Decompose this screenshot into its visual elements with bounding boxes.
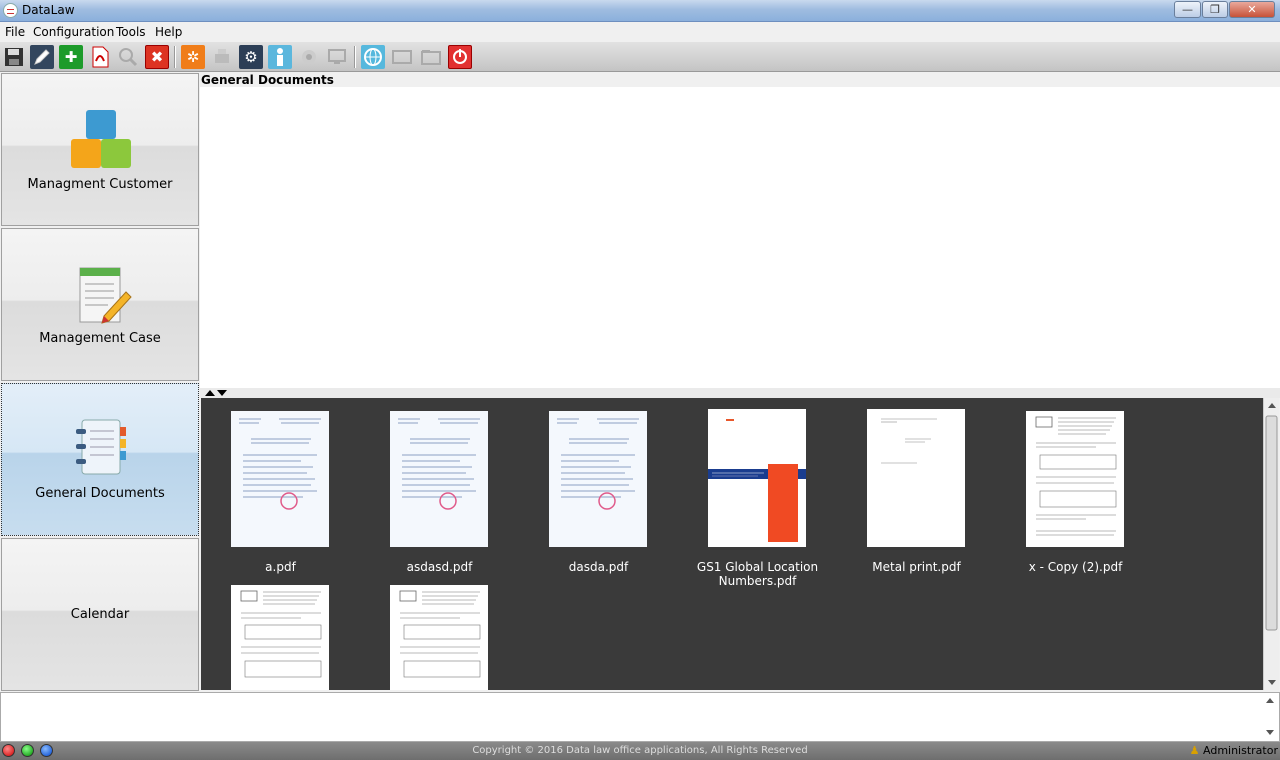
settings-icon[interactable]: ✲: [181, 45, 205, 69]
document-thumbnail[interactable]: [867, 409, 965, 547]
document-item[interactable]: GS1 Global Location Numbers.pdf: [678, 409, 837, 588]
main-panel: General Documents a.pdf asdasd.pdf dasda…: [200, 73, 1280, 692]
document-thumbnail[interactable]: [231, 585, 329, 690]
delete-icon[interactable]: ✖: [145, 45, 169, 69]
splitter[interactable]: [200, 388, 1280, 398]
document-item[interactable]: [360, 585, 519, 690]
gallery-scrollbar[interactable]: [1263, 398, 1279, 690]
document-name: Metal print.pdf: [872, 560, 961, 574]
document-item[interactable]: a.pdf: [201, 411, 360, 581]
toolbar-separator: [174, 46, 176, 68]
pdf-icon[interactable]: [88, 45, 112, 69]
splitter-arrows-icon[interactable]: [203, 388, 229, 398]
menu-file[interactable]: File: [5, 25, 25, 39]
panel-title: General Documents: [201, 73, 334, 87]
sidebar-item-managment-customer[interactable]: Managment Customer: [1, 73, 199, 226]
folder-icon[interactable]: [419, 45, 443, 69]
sidebar-item-calendar[interactable]: Calendar: [1, 538, 199, 691]
menu-bar: File Configuration Tools Help: [0, 22, 1280, 42]
document-thumbnail[interactable]: [231, 411, 329, 547]
current-user-name: Administrator: [1203, 744, 1278, 757]
document-preview-area: [200, 87, 1280, 388]
document-item[interactable]: x - Copy (2).pdf: [996, 411, 1155, 581]
monitor-icon[interactable]: [325, 45, 349, 69]
document-item[interactable]: dasda.pdf: [519, 411, 678, 581]
globe-icon[interactable]: [361, 45, 385, 69]
menu-tools[interactable]: Tools: [116, 25, 146, 39]
document-name: dasda.pdf: [568, 560, 629, 574]
sidebar: Managment Customer Management Case Gener…: [0, 73, 200, 692]
menu-help[interactable]: Help: [155, 25, 182, 39]
message-icon[interactable]: [390, 45, 414, 69]
user-icon: ♟: [1189, 744, 1200, 757]
sidebar-item-label: Managment Customer: [27, 177, 173, 192]
document-edit-icon: [79, 267, 132, 324]
sidebar-item-management-case[interactable]: Management Case: [1, 228, 199, 381]
sidebar-item-general-documents[interactable]: General Documents: [1, 383, 199, 536]
document-item[interactable]: [201, 585, 360, 690]
document-thumbnail[interactable]: [708, 409, 806, 547]
document-name: asdasd.pdf: [406, 560, 473, 574]
status-bar: Copyright © 2016 Data law office applica…: [0, 742, 1280, 760]
copyright-text: Copyright © 2016 Data law office applica…: [472, 745, 808, 756]
cubes-icon: [71, 110, 131, 168]
document-item[interactable]: asdasd.pdf: [360, 411, 519, 581]
minimize-button[interactable]: —: [1174, 1, 1201, 18]
sidebar-item-label: Management Case: [39, 331, 161, 346]
title-bar: DataLaw — ❐ ✕: [0, 0, 1280, 22]
toolbar: ✚ ✖ ✲ ⚙: [0, 42, 1280, 72]
maximize-button[interactable]: ❐: [1202, 1, 1228, 18]
power-icon[interactable]: [448, 45, 472, 69]
document-name: a.pdf: [265, 560, 296, 574]
log-scrollbar[interactable]: [1263, 694, 1277, 740]
window-title: DataLaw: [22, 3, 75, 17]
print-icon[interactable]: [210, 45, 234, 69]
document-thumbnail[interactable]: [549, 411, 647, 547]
document-thumbnail[interactable]: [390, 411, 488, 547]
scan-icon[interactable]: [297, 45, 321, 69]
log-textbox[interactable]: [0, 692, 1280, 742]
document-name: x - Copy (2).pdf: [1028, 560, 1123, 574]
current-user: ♟ Administrator: [1190, 744, 1278, 757]
sidebar-item-label: Calendar: [70, 607, 130, 622]
sidebar-item-label: General Documents: [35, 486, 165, 501]
binder-icon: [76, 419, 126, 475]
config-icon[interactable]: ⚙: [239, 45, 263, 69]
document-name: GS1 Global Location Numbers.pdf: [696, 560, 819, 588]
search-icon[interactable]: [116, 45, 140, 69]
menu-configuration[interactable]: Configuration: [33, 25, 114, 39]
document-thumbnail[interactable]: [1026, 411, 1124, 547]
toolbar-separator: [354, 46, 356, 68]
app-logo-icon: [3, 3, 18, 18]
save-icon[interactable]: [2, 45, 26, 69]
document-item[interactable]: Metal print.pdf: [837, 409, 996, 579]
document-gallery: a.pdf asdasd.pdf dasda.pdf GS1 Global Lo…: [201, 398, 1263, 690]
edit-icon[interactable]: [30, 45, 54, 69]
user-icon[interactable]: [268, 45, 292, 69]
close-button[interactable]: ✕: [1229, 1, 1275, 18]
add-icon[interactable]: ✚: [59, 45, 83, 69]
document-thumbnail[interactable]: [390, 585, 488, 690]
